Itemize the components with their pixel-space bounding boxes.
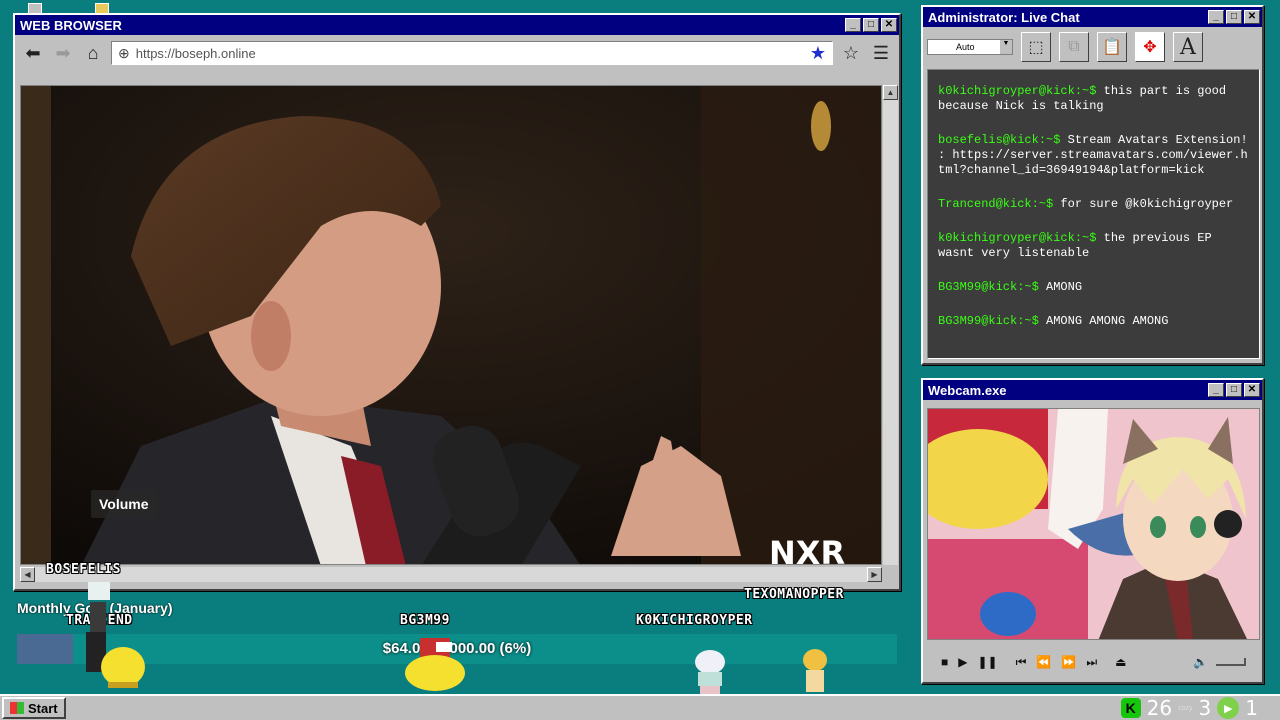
font-size-dropdown[interactable]: Auto ▼ xyxy=(927,39,1013,55)
scroll-left-arrow-icon[interactable]: ◀ xyxy=(20,567,35,582)
speaker-icon: 🔈 xyxy=(1193,655,1208,669)
play-circle-icon: ▶ xyxy=(1217,697,1240,719)
chat-log[interactable]: k0kichigroyper@kick:~$ this part is good… xyxy=(927,69,1260,359)
favorites-star-icon[interactable]: ☆ xyxy=(839,41,863,65)
bookmark-star-icon[interactable]: ★ xyxy=(810,43,826,64)
fast-forward-icon[interactable]: ⏩ xyxy=(1061,655,1076,669)
follower-count: 3 xyxy=(1198,696,1212,720)
rewind-icon[interactable]: ⏪ xyxy=(1036,655,1051,669)
chat-titlebar[interactable]: Administrator: Live Chat _ □ ✕ xyxy=(923,7,1262,27)
chat-text: for sure @k0kichigroyper xyxy=(1060,197,1234,211)
chat-username: Trancend@kick:~$ xyxy=(938,197,1054,211)
chat-username: k0kichigroyper@kick:~$ xyxy=(938,84,1097,98)
chat-message: BG3M99@kick:~$ AMONG xyxy=(938,280,1249,295)
play-icon[interactable]: ▶ xyxy=(958,655,967,669)
chat-window: Administrator: Live Chat _ □ ✕ Auto ▼ ⬚ … xyxy=(921,5,1264,365)
windows-logo-icon xyxy=(10,702,24,714)
back-arrow-icon[interactable]: ⬅ xyxy=(21,41,45,65)
channel-logo: NXR xyxy=(769,534,845,565)
vertical-scrollbar[interactable]: ▲ xyxy=(883,85,898,565)
chevron-down-icon: ▼ xyxy=(1000,40,1012,54)
menu-icon[interactable]: ☰ xyxy=(869,41,893,65)
chat-username: BG3M99@kick:~$ xyxy=(938,280,1039,294)
volume-control[interactable]: 🔈 xyxy=(1193,655,1246,669)
font-icon[interactable]: A xyxy=(1173,32,1203,62)
chat-toolbar: Auto ▼ ⬚ ⧉ 📋 ✥ A xyxy=(923,27,1262,67)
viewer-count: 26 xyxy=(1146,696,1173,720)
avatar-sprite xyxy=(86,582,145,688)
media-controls: ■ ▶ ❚❚ ⏮ ⏪ ⏩ ⏭ ⏏ 🔈 xyxy=(927,646,1260,678)
chat-message: k0kichigroyper@kick:~$ the previous EP w… xyxy=(938,231,1249,261)
minimize-button[interactable]: _ xyxy=(845,18,861,32)
browser-toolbar: ⬅ ➡ ⌂ ⊕ https://boseph.online ★ ☆ ☰ xyxy=(15,35,899,71)
avatar-name-bosefelis: BOSEFELIS xyxy=(46,562,121,577)
avatar-name-texomanopper: TEXOMANOPPER xyxy=(744,587,844,602)
maximize-button[interactable]: □ xyxy=(1226,383,1242,397)
chat-text: AMONG AMONG AMONG xyxy=(1046,314,1169,328)
chat-username: bosefelis@kick:~$ xyxy=(938,133,1061,147)
avatar-sprite xyxy=(405,638,465,691)
avatar-sprite xyxy=(695,650,725,694)
close-button[interactable]: ✕ xyxy=(881,18,897,32)
window-title: Webcam.exe xyxy=(928,382,1007,398)
avatar-name-bg3m99: BG3M99 xyxy=(400,613,450,628)
chat-text: AMONG xyxy=(1046,280,1083,294)
address-bar[interactable]: ⊕ https://boseph.online ★ xyxy=(111,41,833,65)
maximize-button[interactable]: □ xyxy=(863,18,879,32)
system-tray: K 26 cozy 3 ▶ 1 xyxy=(1120,695,1278,720)
webcam-view xyxy=(927,408,1260,640)
vtuber-avatar xyxy=(928,409,1259,639)
chat-message: BG3M99@kick:~$ AMONG AMONG AMONG xyxy=(938,314,1249,329)
horizontal-scrollbar[interactable]: ◀ ▶ xyxy=(20,567,882,582)
forward-arrow-icon[interactable]: ➡ xyxy=(51,41,75,65)
close-button[interactable]: ✕ xyxy=(1244,383,1260,397)
kick-logo-icon: K xyxy=(1120,698,1141,718)
chat-username: k0kichigroyper@kick:~$ xyxy=(938,231,1097,245)
skip-forward-icon[interactable]: ⏭ xyxy=(1086,655,1097,670)
minimize-button[interactable]: _ xyxy=(1208,10,1224,24)
cozy-label: cozy xyxy=(1178,704,1193,712)
eject-icon[interactable]: ⏏ xyxy=(1115,655,1126,669)
copy-icon[interactable]: ⧉ xyxy=(1059,32,1089,62)
chat-message: Trancend@kick:~$ for sure @k0kichigroype… xyxy=(938,197,1249,212)
scroll-up-arrow-icon[interactable]: ▲ xyxy=(883,85,898,100)
window-title: WEB BROWSER xyxy=(20,17,122,33)
home-icon[interactable]: ⌂ xyxy=(81,41,105,65)
chat-message: k0kichigroyper@kick:~$ this part is good… xyxy=(938,84,1249,114)
volume-tooltip: Volume xyxy=(91,490,157,518)
chat-username: BG3M99@kick:~$ xyxy=(938,314,1039,328)
globe-icon: ⊕ xyxy=(118,44,130,61)
url-text: https://boseph.online xyxy=(135,45,256,61)
video-viewport[interactable]: NXR Volume xyxy=(20,85,882,565)
scroll-right-arrow-icon[interactable]: ▶ xyxy=(867,567,882,582)
chat-message: bosefelis@kick:~$ Stream Avatars Extensi… xyxy=(938,133,1249,178)
taskbar: Start K 26 cozy 3 ▶ 1 xyxy=(0,694,1280,720)
close-button[interactable]: ✕ xyxy=(1244,10,1260,24)
sub-count: 1 xyxy=(1245,696,1258,720)
browser-titlebar[interactable]: WEB BROWSER _ □ ✕ xyxy=(15,15,899,35)
stop-icon[interactable]: ■ xyxy=(941,655,948,669)
maximize-button[interactable]: □ xyxy=(1226,10,1242,24)
skip-back-icon[interactable]: ⏮ xyxy=(1016,655,1027,670)
select-icon[interactable]: ⬚ xyxy=(1021,32,1051,62)
webcam-titlebar[interactable]: Webcam.exe _ □ ✕ xyxy=(923,380,1262,400)
window-title: Administrator: Live Chat xyxy=(928,9,1080,25)
browser-window: WEB BROWSER _ □ ✕ ⬅ ➡ ⌂ ⊕ https://boseph… xyxy=(13,13,901,591)
pause-icon[interactable]: ❚❚ xyxy=(977,655,997,669)
move-icon[interactable]: ✥ xyxy=(1135,32,1165,62)
volume-slider[interactable] xyxy=(1216,658,1246,666)
avatar-name-kokichigroyper: K0KICHIGROYPER xyxy=(636,613,753,628)
paste-icon[interactable]: 📋 xyxy=(1097,32,1127,62)
webcam-window: Webcam.exe _ □ ✕ ■ ▶ ❚❚ ⏮ ⏪ ⏩ ⏭ ⏏ 🔈 xyxy=(921,378,1264,684)
start-button[interactable]: Start xyxy=(2,697,66,719)
start-label: Start xyxy=(28,700,58,716)
minimize-button[interactable]: _ xyxy=(1208,383,1224,397)
dropdown-value: Auto xyxy=(956,42,975,52)
avatar-sprite xyxy=(803,649,827,692)
